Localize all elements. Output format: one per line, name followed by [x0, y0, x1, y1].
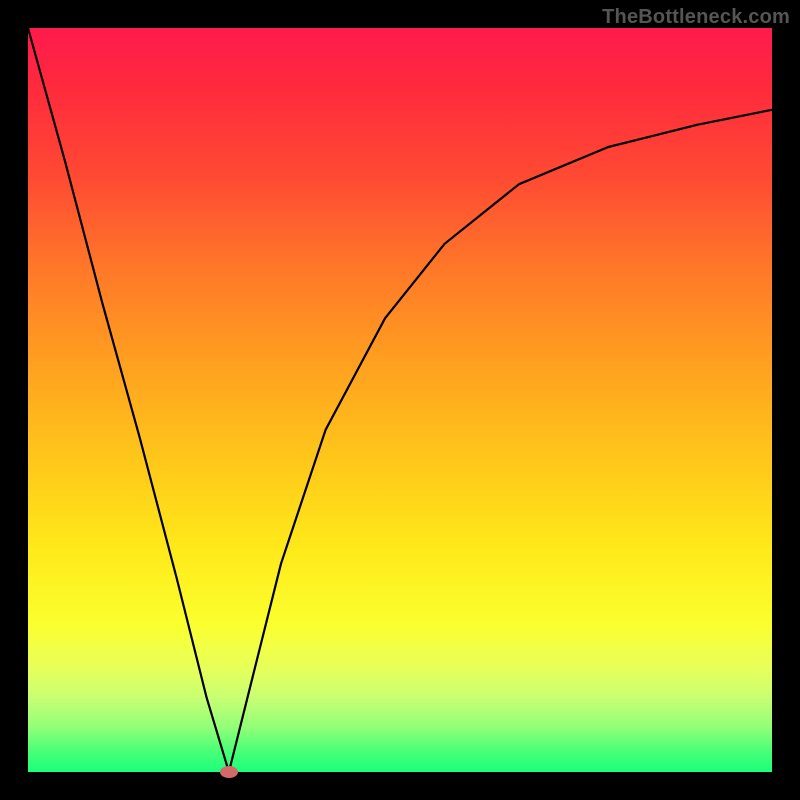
plot-area	[28, 28, 772, 772]
curve-path	[28, 28, 772, 772]
chart-frame: TheBottleneck.com	[0, 0, 800, 800]
optimal-point-marker	[220, 766, 238, 778]
watermark-text: TheBottleneck.com	[602, 6, 790, 29]
bottleneck-curve	[28, 28, 772, 772]
